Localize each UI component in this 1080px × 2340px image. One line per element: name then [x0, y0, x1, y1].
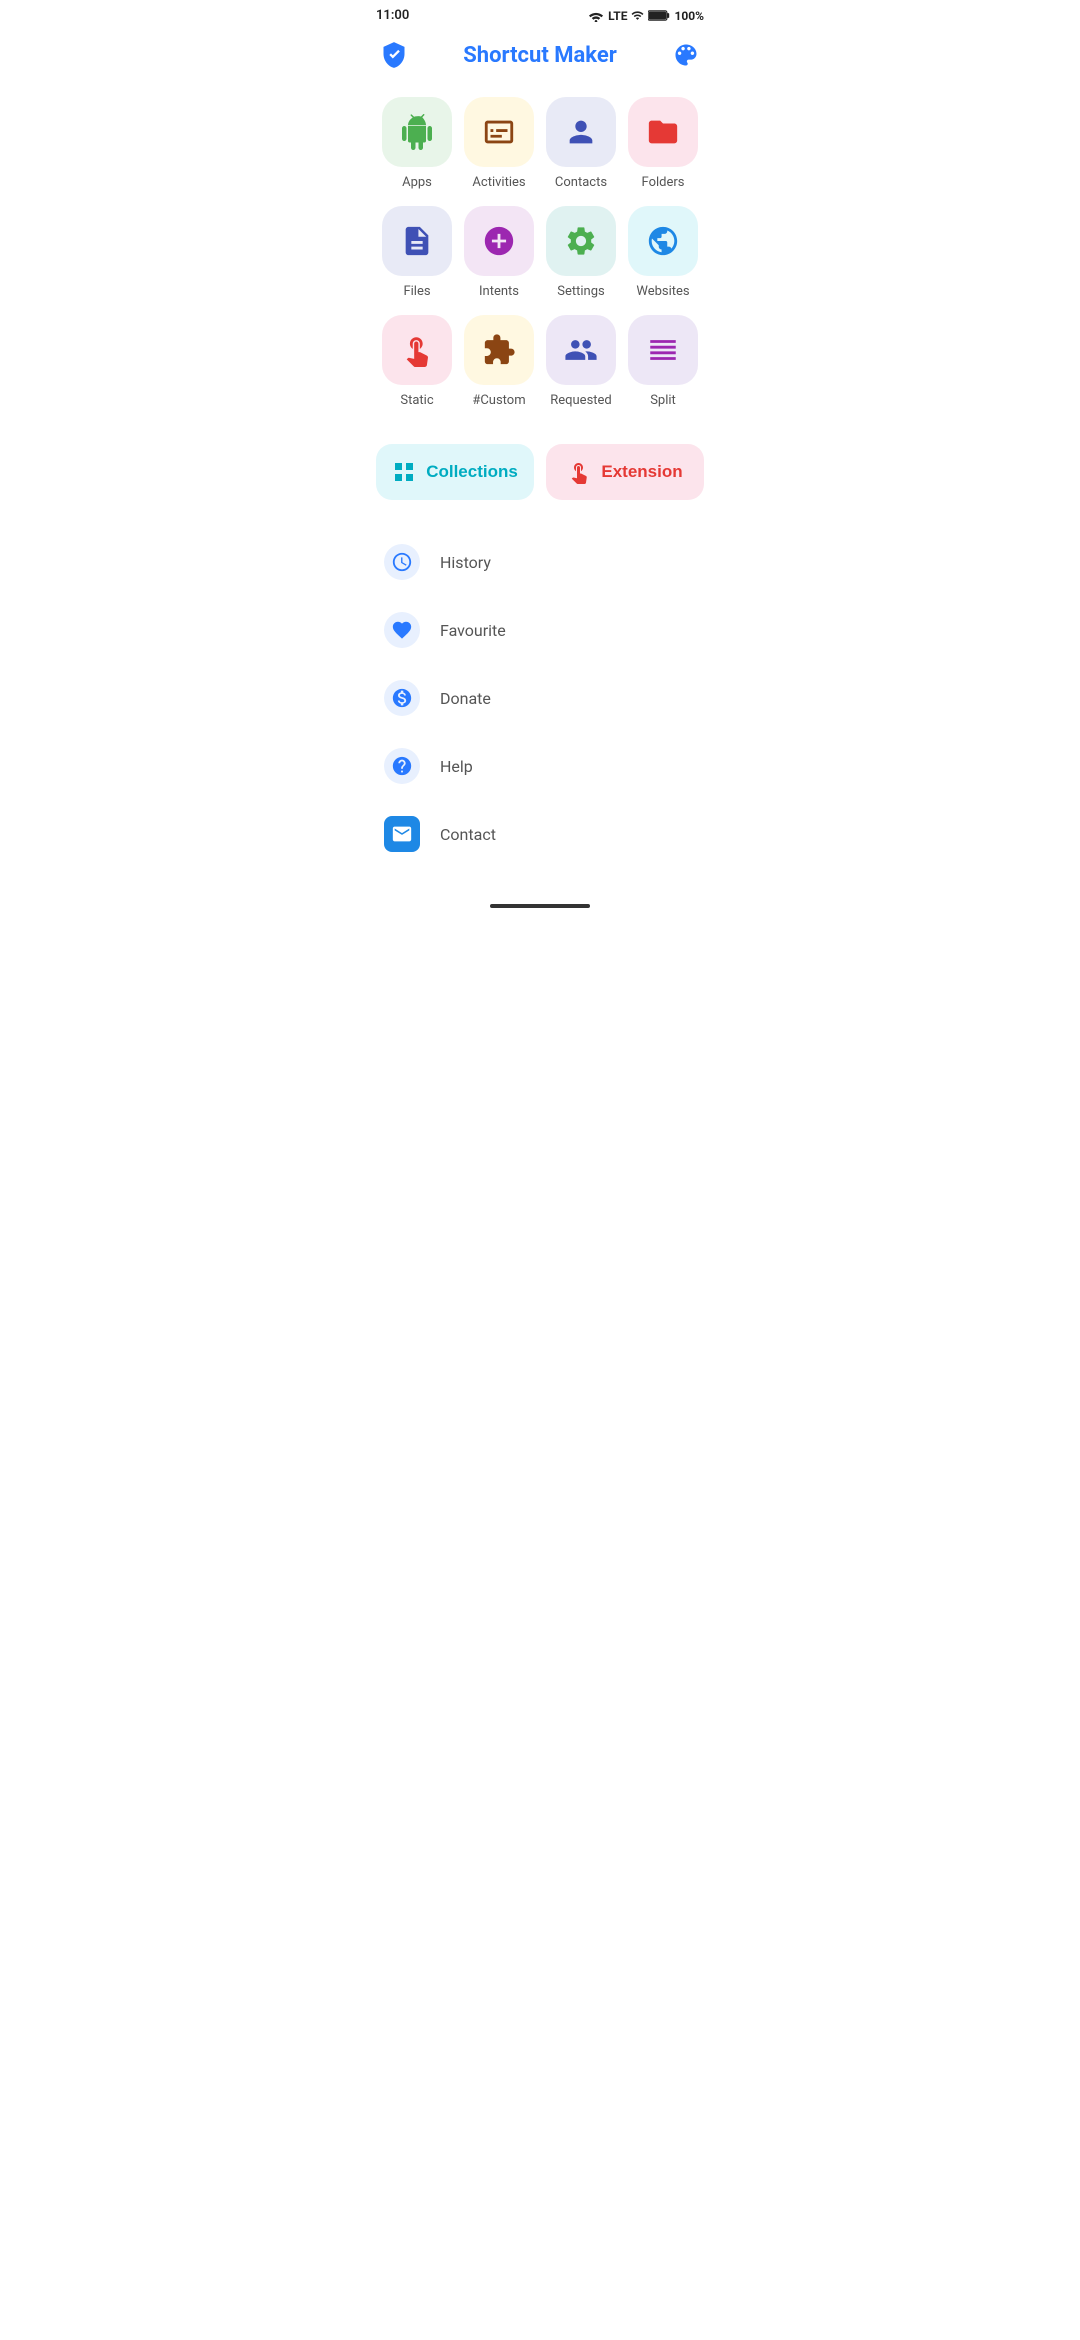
activities-label: Activities [472, 175, 525, 190]
battery-icon [648, 9, 670, 22]
heart-icon [384, 612, 420, 648]
grid-icon [392, 460, 416, 484]
folders-icon-box [628, 97, 698, 167]
grid-row-1: Apps Activities Contacts [376, 97, 704, 190]
contacts-label: Contacts [555, 175, 607, 190]
contacts-icon-box [546, 97, 616, 167]
intents-icon-box [464, 206, 534, 276]
menu-item-favourite[interactable]: Favourite [376, 596, 704, 664]
grid-item-files[interactable]: Files [381, 206, 453, 299]
help-label: Help [440, 757, 473, 776]
custom-icon-box [464, 315, 534, 385]
menu-item-help[interactable]: Help [376, 732, 704, 800]
donate-label: Donate [440, 689, 491, 708]
grid-item-settings[interactable]: Settings [545, 206, 617, 299]
wifi-icon [588, 9, 604, 22]
dollar-icon [384, 680, 420, 716]
favourite-label: Favourite [440, 621, 506, 640]
collections-button[interactable]: Collections [376, 444, 534, 500]
battery-label: 100% [674, 9, 704, 23]
grid-item-intents[interactable]: Intents [463, 206, 535, 299]
badge-icon[interactable] [376, 37, 412, 73]
clock-icon [384, 544, 420, 580]
palette-icon[interactable] [668, 37, 704, 73]
grid-item-custom[interactable]: #Custom [463, 315, 535, 408]
static-label: Static [400, 393, 433, 408]
touch-icon [567, 460, 591, 484]
files-label: Files [403, 284, 430, 299]
split-icon-box [628, 315, 698, 385]
home-bar [490, 904, 590, 908]
grid-item-contacts[interactable]: Contacts [545, 97, 617, 190]
header: Shortcut Maker [360, 27, 720, 89]
menu-section: History Favourite Donate Help [360, 524, 720, 892]
action-buttons: Collections Extension [360, 424, 720, 524]
requested-label: Requested [550, 393, 612, 408]
question-icon [384, 748, 420, 784]
custom-label: #Custom [472, 393, 525, 408]
settings-icon-box [546, 206, 616, 276]
email-icon [384, 816, 420, 852]
contact-label: Contact [440, 825, 496, 844]
apps-icon-box [382, 97, 452, 167]
extension-label: Extension [601, 462, 682, 482]
grid-item-static[interactable]: Static [381, 315, 453, 408]
status-bar: 11:00 LTE 100% [360, 0, 720, 27]
websites-icon-box [628, 206, 698, 276]
split-label: Split [650, 393, 676, 408]
websites-label: Websites [636, 284, 689, 299]
grid-item-requested[interactable]: Requested [545, 315, 617, 408]
apps-label: Apps [402, 175, 432, 190]
files-icon-box [382, 206, 452, 276]
extension-button[interactable]: Extension [546, 444, 704, 500]
menu-item-contact[interactable]: Contact [376, 800, 704, 868]
home-indicator [360, 892, 720, 916]
grid-item-split[interactable]: Split [627, 315, 699, 408]
shortcut-grid: Apps Activities Contacts [360, 89, 720, 408]
folders-label: Folders [642, 175, 685, 190]
requested-icon-box [546, 315, 616, 385]
signal-icon [631, 9, 644, 22]
grid-item-activities[interactable]: Activities [463, 97, 535, 190]
grid-item-folders[interactable]: Folders [627, 97, 699, 190]
history-label: History [440, 553, 491, 572]
collections-label: Collections [426, 462, 518, 482]
menu-item-history[interactable]: History [376, 528, 704, 596]
grid-item-apps[interactable]: Apps [381, 97, 453, 190]
intents-label: Intents [479, 284, 519, 299]
status-icons: LTE 100% [588, 9, 704, 23]
static-icon-box [382, 315, 452, 385]
settings-label: Settings [557, 284, 604, 299]
page-title: Shortcut Maker [412, 43, 668, 68]
menu-item-donate[interactable]: Donate [376, 664, 704, 732]
activities-icon-box [464, 97, 534, 167]
lte-label: LTE [608, 9, 627, 23]
grid-row-3: Static #Custom Requested [376, 315, 704, 408]
grid-item-websites[interactable]: Websites [627, 206, 699, 299]
status-time: 11:00 [376, 8, 409, 23]
grid-row-2: Files Intents Settings [376, 206, 704, 299]
